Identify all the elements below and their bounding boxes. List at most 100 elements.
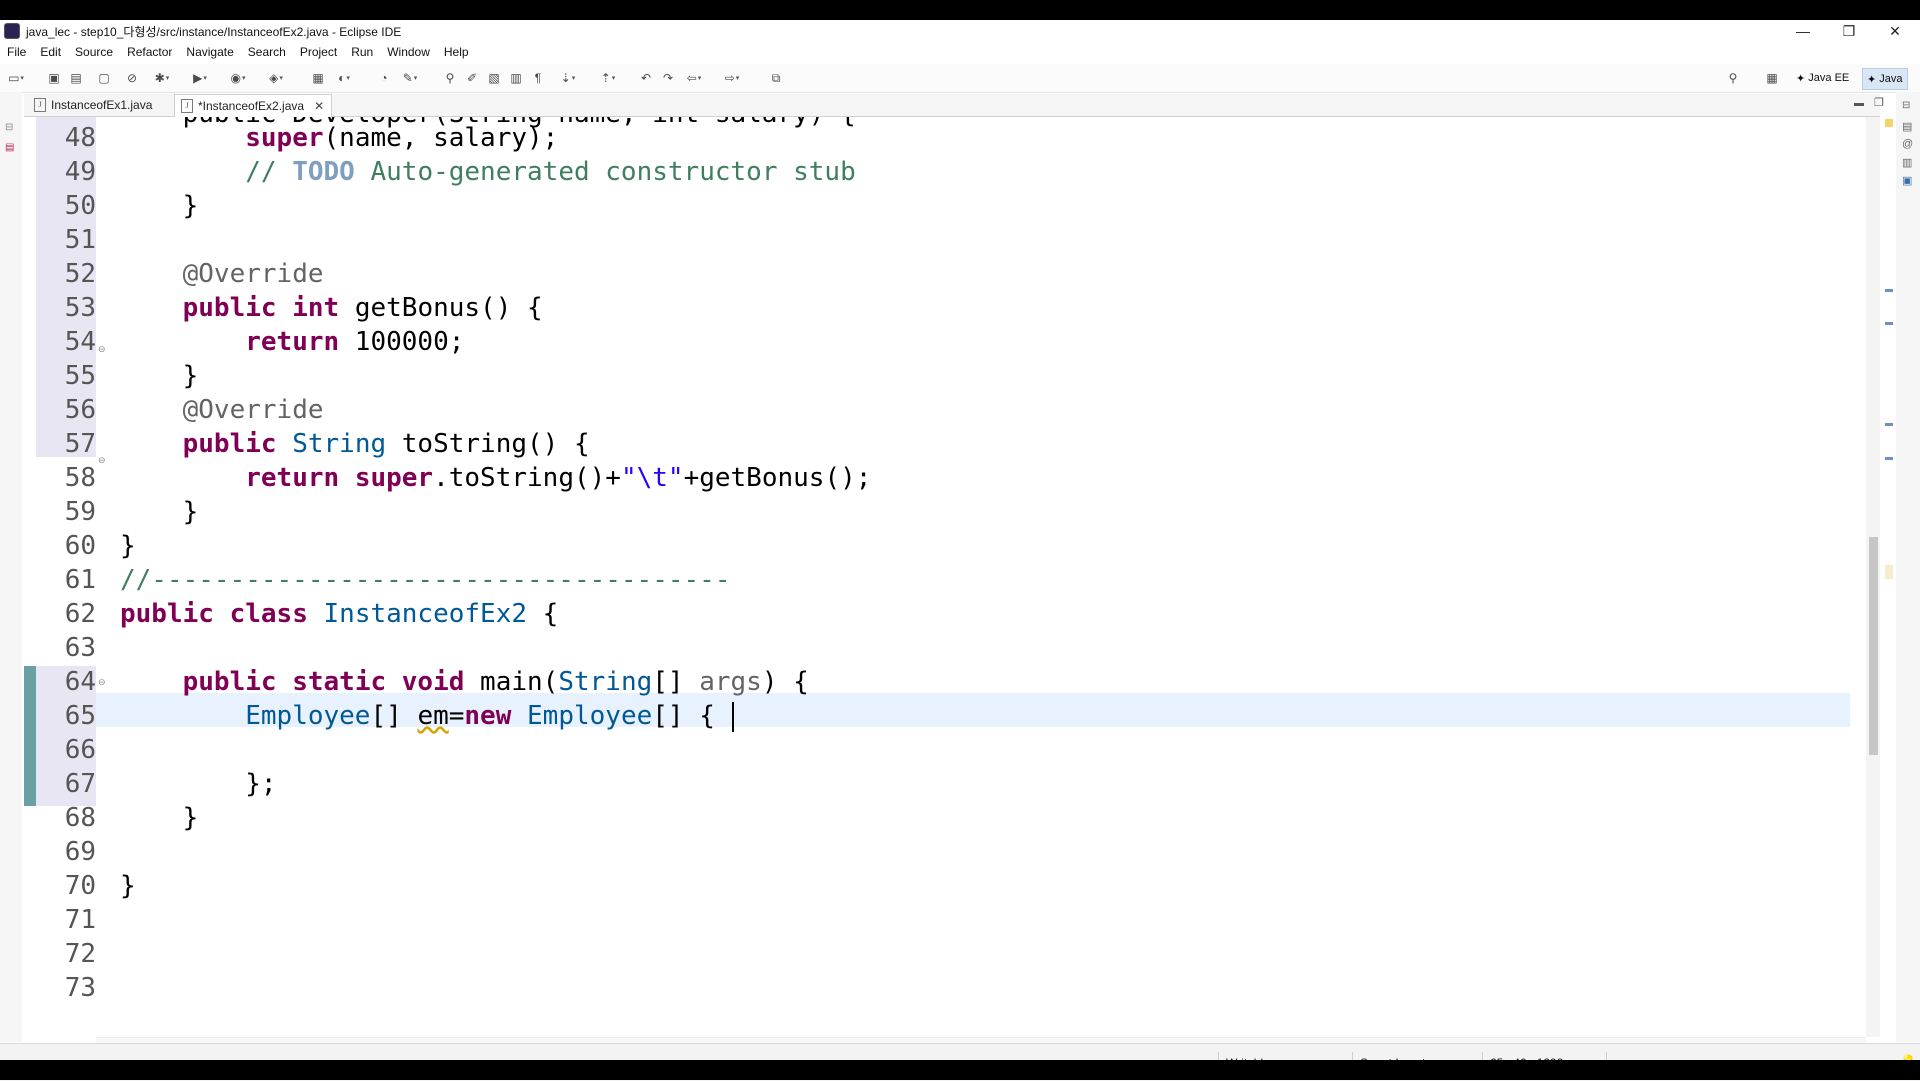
line-number: 54 [64,327,96,357]
open-type-icon[interactable]: ◔ [376,70,392,86]
line-number: 69 [64,837,96,867]
last-edit-forward-icon[interactable]: ↷ [660,70,676,86]
overview-mark[interactable] [1885,289,1893,292]
menu-bar: File Edit Source Refactor Navigate Searc… [0,42,476,62]
menu-search[interactable]: Search [241,45,293,59]
toggle-block-selection-icon[interactable]: ▧ [486,70,502,86]
new-icon[interactable]: ▭ ▾ [8,70,24,86]
screen-top-band [0,0,1920,20]
restore-view-icon[interactable]: ⊟ [1902,100,1910,111]
minimize-editor-icon[interactable]: ▬ [1854,98,1864,109]
close-tab-icon[interactable]: ✕ [314,99,324,113]
left-trim-stack: ⊟ ▤ [0,92,22,1042]
tab-instanceofex2[interactable]: J *InstanceofEx2.java ✕ [174,94,332,117]
code-line: Employee[] em=new Employee[] { [120,699,1868,733]
code-line: @Override [182,259,324,289]
back-icon[interactable]: ⇦ ▾ [686,70,702,86]
coverage-icon[interactable]: ◉ ▾ [230,70,246,86]
tab-label: *InstanceofEx2.java [198,99,305,113]
skip-breakpoints-icon[interactable]: ⊘ [124,70,140,86]
menu-navigate[interactable]: Navigate [179,45,240,59]
vertical-scrollbar-thumb[interactable] [1869,537,1878,755]
new-class-icon[interactable]: ◐ ▾ [336,70,352,86]
terminal-icon[interactable]: ▢ [96,70,112,86]
restore-button[interactable]: ❐ [1826,20,1872,42]
java-ee-label: Java EE [1808,72,1850,84]
line-number: 64 [64,667,96,697]
save-icon[interactable]: ▣ [46,70,62,86]
line-number: 60 [64,531,96,561]
last-edit-location-icon[interactable]: ↶ [638,70,654,86]
pilcrow-icon[interactable]: ¶ [530,70,546,86]
toggle-mark-occurrences-icon[interactable]: ⚲ [442,70,458,86]
line-number: 51 [64,225,96,255]
main-toolbar: ▭ ▾ ▣ ▤ ▢ ⊘ ✱ ▾ ▶ ▾ ◉ ▾ ◈ ▾ ▦ ◐ ▾ ◔ ✎ ▾ ⚲ ✐ ▧ ▥… [0,64,1920,93]
new-java-project-icon[interactable]: ▦ [310,70,326,86]
overview-mark[interactable] [1885,457,1893,460]
javadoc-icon[interactable]: ▥ [1902,156,1912,169]
code-line: } [120,803,199,833]
perspective-java[interactable]: ✦ Java [1862,68,1908,90]
line-number: 58 [64,463,96,493]
outline-icon[interactable]: ▤ [1902,120,1912,133]
line-number: 59 [64,497,96,527]
run-icon[interactable]: ▶ ▾ [192,70,208,86]
vertical-scrollbar[interactable] [1866,117,1880,1037]
quick-diff-marker [24,666,36,806]
menu-help[interactable]: Help [437,45,476,59]
console-icon[interactable]: ▣ [1902,174,1912,187]
overview-warning-icon[interactable] [1885,119,1893,127]
overview-mark[interactable] [1885,565,1893,579]
overview-mark[interactable] [1885,423,1893,426]
tab-instanceofex1[interactable]: J InstanceofEx1.java [28,94,152,116]
code-line: } [120,497,199,527]
line-number: 55 [64,361,96,391]
menu-refactor[interactable]: Refactor [120,45,179,59]
code-editor[interactable]: 48 49 50 51 52 53 54 55 56 57 58 59 60 61 62 63 64 65 66 67… [24,117,1868,1037]
pin-editor-icon[interactable]: ⧉ [768,70,784,86]
close-button[interactable]: ✕ [1872,20,1918,42]
overview-mark[interactable] [1885,322,1893,325]
menu-edit[interactable]: Edit [33,45,68,59]
code-text-area[interactable]: public Developer(String name, int salary… [96,117,1868,1037]
code-line: // TODO Auto-generated constructor stub [245,157,856,187]
show-whitespace-icon[interactable]: ▥ [508,70,524,86]
line-number: 56 [64,395,96,425]
maximize-editor-icon[interactable]: ❐ [1874,96,1884,109]
debug-icon[interactable]: ✱ ▾ [154,70,170,86]
menu-project[interactable]: Project [293,45,344,59]
menu-file[interactable]: File [0,45,33,59]
code-line: //------------------------------------- [120,565,731,595]
menu-source[interactable]: Source [68,45,120,59]
toggle-highlight-icon[interactable]: ✐ [464,70,480,86]
restore-view-icon[interactable]: ⊟ [5,122,13,133]
code-line: public static void main(String[] args) { [182,667,809,697]
overview-ruler[interactable] [1882,117,1896,1037]
next-annotation-icon[interactable]: ⇣ ▾ [560,70,576,86]
code-line: } [120,361,199,391]
perspective-java-ee[interactable]: ✦ Java EE [1792,68,1853,88]
code-line: } [120,531,136,561]
menu-run[interactable]: Run [344,45,380,59]
line-number: 57 [64,429,96,459]
minimize-button[interactable]: — [1780,20,1826,42]
line-number: 71 [64,905,96,935]
code-line: @Override [182,395,324,425]
search-icon[interactable]: ⚲ [1725,70,1741,86]
forward-icon[interactable]: ⇨ ▾ [724,70,740,86]
save-all-icon[interactable]: ▤ [68,70,84,86]
line-number: 63 [64,633,96,663]
package-explorer-icon[interactable]: ▤ [5,142,14,153]
line-number: 73 [64,973,96,1003]
at-sign-icon[interactable]: @ [1902,138,1913,150]
tab-label: InstanceofEx1.java [51,98,153,112]
search-tool-icon[interactable]: ✎ ▾ [402,70,418,86]
previous-annotation-icon[interactable]: ⇡ ▾ [600,70,616,86]
menu-window[interactable]: Window [380,45,437,59]
open-perspective-icon[interactable]: ▦ [1764,70,1780,86]
external-tools-icon[interactable]: ◈ ▾ [268,70,284,86]
